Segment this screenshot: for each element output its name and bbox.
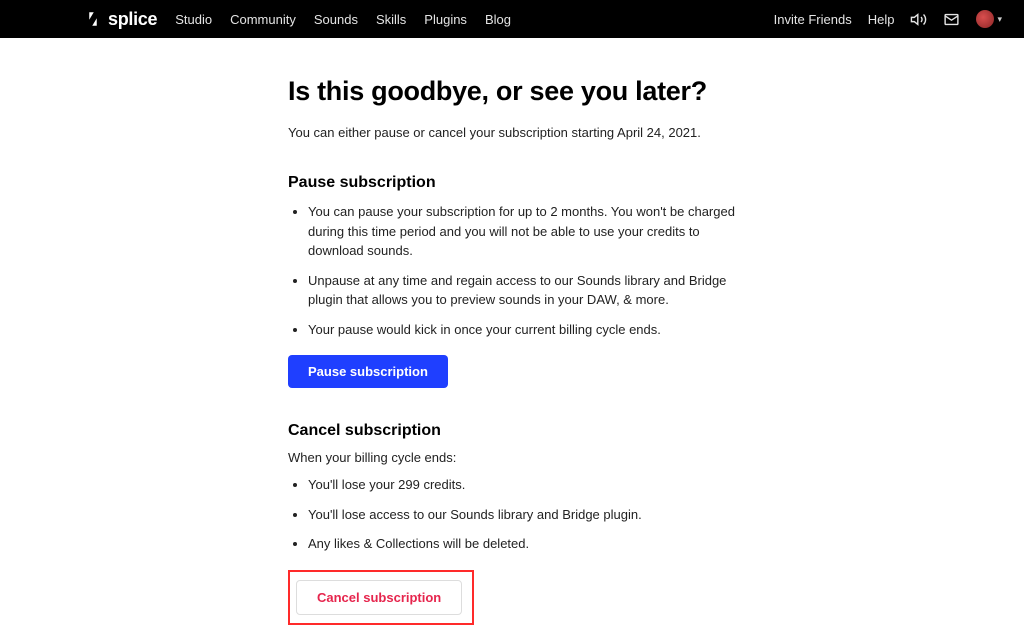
list-item: Any likes & Collections will be deleted. xyxy=(308,534,758,554)
nav-plugins[interactable]: Plugins xyxy=(424,12,467,27)
primary-nav: Studio Community Sounds Skills Plugins B… xyxy=(175,12,511,27)
list-item: You'll lose access to our Sounds library… xyxy=(308,505,758,525)
cancel-subscription-button[interactable]: Cancel subscription xyxy=(296,580,462,615)
nav-invite-friends[interactable]: Invite Friends xyxy=(774,12,852,27)
brand-name: splice xyxy=(108,9,157,30)
nav-help[interactable]: Help xyxy=(868,12,895,27)
intro-text: You can either pause or cancel your subs… xyxy=(288,125,758,140)
chevron-down-icon: ▾ xyxy=(997,14,1002,25)
page-title: Is this goodbye, or see you later? xyxy=(288,76,758,107)
cancel-lead: When your billing cycle ends: xyxy=(288,450,758,465)
secondary-nav: Invite Friends Help ▾ xyxy=(774,10,1002,28)
nav-community[interactable]: Community xyxy=(230,12,296,27)
splice-logo-icon xyxy=(84,10,102,28)
nav-blog[interactable]: Blog xyxy=(485,12,511,27)
top-nav: splice Studio Community Sounds Skills Pl… xyxy=(0,0,1024,38)
list-item: You'll lose your 299 credits. xyxy=(308,475,758,495)
brand-logo[interactable]: splice xyxy=(84,9,157,30)
cancel-heading: Cancel subscription xyxy=(288,422,758,440)
avatar xyxy=(976,10,994,28)
list-item: Your pause would kick in once your curre… xyxy=(308,320,758,340)
nav-sounds[interactable]: Sounds xyxy=(314,12,358,27)
cancel-highlight: Cancel subscription xyxy=(288,570,474,625)
list-item: Unpause at any time and regain access to… xyxy=(308,271,758,310)
nav-studio[interactable]: Studio xyxy=(175,12,212,27)
pause-subscription-button[interactable]: Pause subscription xyxy=(288,355,448,388)
list-item: You can pause your subscription for up t… xyxy=(308,202,758,261)
volume-icon[interactable] xyxy=(910,11,927,28)
pause-bullets: You can pause your subscription for up t… xyxy=(288,202,758,339)
inbox-icon[interactable] xyxy=(943,11,960,28)
cancel-bullets: You'll lose your 299 credits. You'll los… xyxy=(288,475,758,554)
nav-skills[interactable]: Skills xyxy=(376,12,406,27)
pause-heading: Pause subscription xyxy=(288,174,758,192)
user-menu[interactable]: ▾ xyxy=(976,10,1002,28)
main-content: Is this goodbye, or see you later? You c… xyxy=(288,38,758,625)
